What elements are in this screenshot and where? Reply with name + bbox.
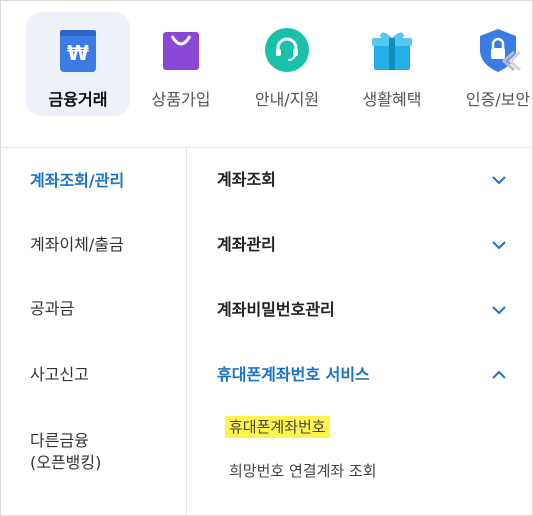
right-menu-label: 계좌조회 (217, 170, 276, 189)
submenu-item-desired-number-inquiry[interactable]: 희망번호 연결계좌 조회 (229, 460, 377, 482)
chevron-down-icon (492, 176, 506, 185)
gift-box-icon (372, 32, 412, 70)
category-products[interactable]: 상품가입 (129, 12, 233, 116)
category-label: 생활혜택 (362, 90, 422, 109)
right-menu-item-account-management[interactable]: 계좌관리 (217, 232, 507, 258)
chevron-up-icon (492, 370, 506, 379)
category-financial[interactable]: ₩ 금융거래 (26, 12, 130, 116)
chevron-down-icon (492, 306, 506, 315)
right-menu-item-password-management[interactable]: 계좌비밀번호관리 (217, 297, 507, 323)
headset-icon (265, 28, 309, 72)
right-menu-label: 계좌비밀번호관리 (217, 300, 335, 319)
won-wallet-icon: ₩ (60, 30, 96, 72)
category-benefits[interactable]: 생활혜택 (340, 12, 444, 116)
category-bar: ₩ 금융거래 상품가입 안내/지원 생활혜택 인증/보안 (0, 0, 533, 148)
category-label: 금융거래 (48, 90, 108, 109)
left-menu-item-utility-bills[interactable]: 공과금 (30, 298, 74, 320)
left-menu-item-account-inquiry[interactable]: 계좌조회/관리 (30, 170, 124, 192)
category-label: 안내/지원 (254, 90, 320, 109)
right-menu-label: 계좌관리 (217, 235, 276, 254)
right-menu: 계좌조회 계좌관리 계좌비밀번호관리 휴대폰계좌번호 서비스 휴대폰계좌번호 희… (187, 148, 533, 516)
chevron-down-icon (492, 241, 506, 250)
scroll-left-icon[interactable] (494, 46, 524, 76)
right-menu-label: 휴대폰계좌번호 서비스 (217, 365, 370, 384)
right-menu-item-phone-account-service[interactable]: 휴대폰계좌번호 서비스 (217, 362, 507, 388)
submenu-item-phone-account-number[interactable]: 휴대폰계좌번호 (225, 416, 330, 438)
svg-text:₩: ₩ (67, 41, 89, 65)
category-label: 상품가입 (151, 90, 211, 109)
right-menu-item-account-inquiry[interactable]: 계좌조회 (217, 167, 507, 193)
left-menu-item-open-banking[interactable]: 다른금융 (오픈뱅킹) (30, 430, 101, 474)
category-support[interactable]: 안내/지원 (235, 12, 339, 116)
left-menu: 계좌조회/관리 계좌이체/출금 공과금 사고신고 다른금융 (오픈뱅킹) (0, 148, 187, 516)
left-menu-item-accident-report[interactable]: 사고신고 (30, 364, 89, 386)
shopping-bag-icon (163, 32, 199, 70)
category-label: 인증/보안 (465, 90, 531, 109)
left-menu-item-transfer[interactable]: 계좌이체/출금 (30, 234, 124, 256)
